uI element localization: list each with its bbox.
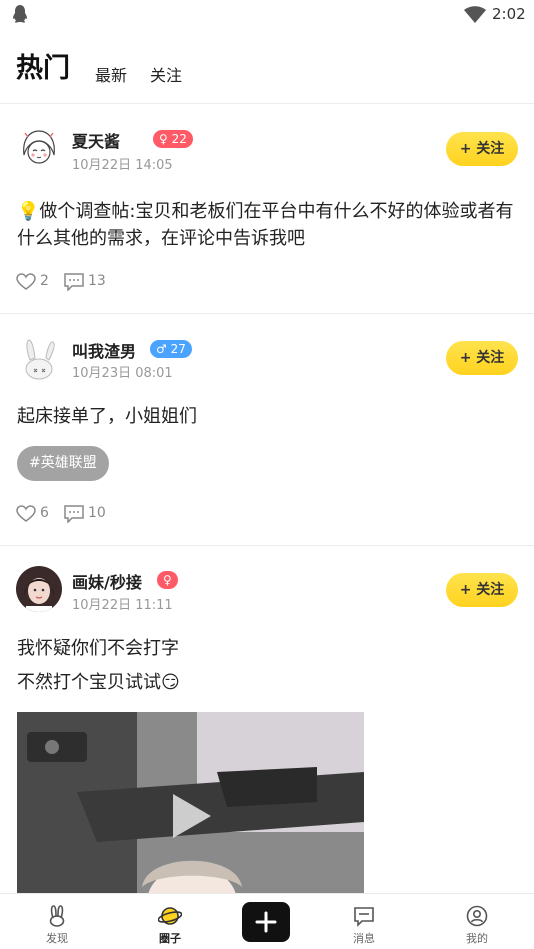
avatar[interactable] bbox=[16, 566, 62, 612]
wifi-icon bbox=[464, 6, 486, 23]
like-count: 6 bbox=[40, 505, 49, 521]
status-time: 2:02 bbox=[492, 5, 526, 23]
heart-icon[interactable] bbox=[16, 273, 36, 291]
nav-label: 我的 bbox=[466, 932, 488, 945]
user-photo-avatar-icon bbox=[16, 566, 62, 612]
video-thumbnail[interactable] bbox=[17, 712, 364, 902]
nav-label: 消息 bbox=[353, 932, 375, 945]
follow-button[interactable]: + 关注 bbox=[446, 573, 518, 607]
post-text-line[interactable]: 不然打个宝贝试试😏 bbox=[17, 669, 522, 696]
like-count: 2 bbox=[40, 273, 49, 289]
create-post-button[interactable] bbox=[242, 902, 290, 942]
nav-mine[interactable]: 我的 bbox=[437, 898, 517, 948]
qq-penguin-icon bbox=[13, 5, 27, 23]
follow-button[interactable]: + 关注 bbox=[446, 341, 518, 375]
nav-messages[interactable]: 消息 bbox=[324, 898, 404, 948]
bunny-avatar-icon bbox=[16, 336, 62, 382]
bunny-icon bbox=[49, 905, 65, 927]
bottom-nav: 发现 圈子 消息 我的 bbox=[0, 893, 534, 949]
username[interactable]: 画妹/秒接 bbox=[72, 569, 142, 593]
nav-label: 发现 bbox=[46, 932, 68, 945]
post-text[interactable]: 💡做个调查帖:宝贝和老板们在平台中有什么不好的体验或者有什么其他的需求，在评论中… bbox=[17, 198, 522, 252]
nav-label: 圈子 bbox=[159, 932, 181, 945]
post-card[interactable]: 叫我渣男 ♂ 27 10月23日 08:01 + 关注 起床接单了，小姐姐们 #… bbox=[0, 314, 534, 546]
post-text[interactable]: 起床接单了，小姐姐们 bbox=[17, 403, 522, 430]
username[interactable]: 叫我渣男 bbox=[72, 338, 136, 362]
comment-icon[interactable] bbox=[64, 273, 84, 291]
follow-button[interactable]: + 关注 bbox=[446, 132, 518, 166]
gender-age-badge: ♂ 27 bbox=[150, 340, 192, 358]
message-icon bbox=[354, 907, 374, 927]
gender-badge: ♀ bbox=[157, 571, 178, 589]
comment-count: 13 bbox=[88, 273, 106, 289]
feed-tabs: 热门 最新 关注 bbox=[0, 30, 534, 104]
post-text-line[interactable]: 我怀疑你们不会打字 bbox=[17, 635, 522, 662]
post-time: 10月22日 11:11 bbox=[72, 598, 173, 613]
post-card[interactable]: 画妹/秒接 ♀ 10月22日 11:11 + 关注 我怀疑你们不会打字 不然打个… bbox=[0, 546, 534, 902]
plus-icon bbox=[255, 911, 277, 933]
tab-hot[interactable]: 热门 bbox=[16, 46, 70, 85]
avatar[interactable] bbox=[16, 336, 62, 382]
anime-girl-avatar-icon bbox=[16, 125, 62, 171]
comment-icon[interactable] bbox=[64, 505, 84, 523]
status-bar: 2:02 bbox=[0, 0, 534, 30]
topic-tag[interactable]: #英雄联盟 bbox=[17, 446, 109, 481]
avatar[interactable] bbox=[16, 125, 62, 171]
comment-count: 10 bbox=[88, 505, 106, 521]
heart-icon[interactable] bbox=[16, 505, 36, 523]
planet-icon bbox=[158, 907, 182, 925]
post-time: 10月22日 14:05 bbox=[72, 158, 173, 173]
nav-discover[interactable]: 发现 bbox=[17, 898, 97, 948]
username[interactable]: 夏天酱 bbox=[72, 128, 120, 152]
post-time: 10月23日 08:01 bbox=[72, 366, 173, 381]
post-card[interactable]: 夏天酱 ♀ 22 10月22日 14:05 + 关注 💡做个调查帖:宝贝和老板们… bbox=[0, 104, 534, 314]
tab-latest[interactable]: 最新 bbox=[95, 62, 127, 86]
play-icon[interactable] bbox=[169, 792, 213, 840]
gender-age-badge: ♀ 22 bbox=[153, 130, 193, 148]
user-icon bbox=[466, 905, 488, 927]
tab-follow[interactable]: 关注 bbox=[150, 62, 182, 86]
nav-circle[interactable]: 圈子 bbox=[130, 898, 210, 948]
